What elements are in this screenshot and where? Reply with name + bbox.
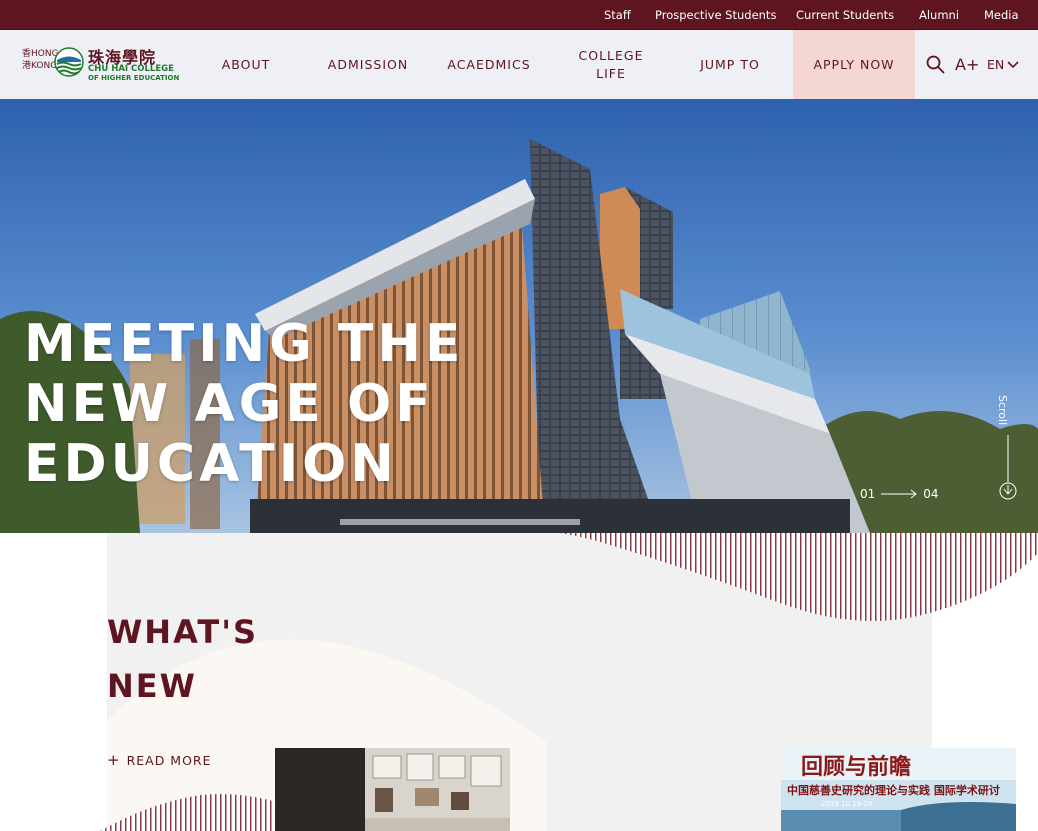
utility-link-staff[interactable]: Staff bbox=[604, 8, 631, 22]
news-section-title: WHAT'S NEW bbox=[107, 613, 259, 705]
nav-academics[interactable]: ACAEDMICS bbox=[444, 30, 534, 99]
scroll-indicator[interactable]: Scroll bbox=[995, 395, 1021, 505]
news-card-2-date: 2019.10.19-20 bbox=[821, 800, 873, 808]
arrow-right-icon[interactable] bbox=[881, 489, 918, 499]
search-button[interactable] bbox=[926, 30, 945, 99]
scroll-down-icon bbox=[999, 435, 1017, 500]
slide-current: 01 bbox=[860, 487, 876, 501]
logo-english-subname: OF HIGHER EDUCATION bbox=[88, 74, 180, 82]
search-icon bbox=[926, 55, 945, 74]
hero-carousel: MEETING THE NEW AGE OF EDUCATION 01 04 S… bbox=[0, 99, 1038, 533]
utility-link-current-students[interactable]: Current Students bbox=[796, 8, 894, 22]
utility-link-prospective-students[interactable]: Prospective Students bbox=[655, 8, 776, 22]
nav-about[interactable]: ABOUT bbox=[206, 30, 286, 99]
news-card-2-banner-text: 回顾与前瞻 bbox=[801, 754, 911, 780]
apply-now-button[interactable]: APPLY NOW bbox=[793, 30, 915, 99]
slide-total: 04 bbox=[923, 487, 939, 501]
news-card-2[interactable]: 回顾与前瞻 中国慈善史研究的理论与实践 国际学术研讨 2019.10.19-20 bbox=[781, 748, 1016, 831]
utility-bar: Staff Prospective Students Current Stude… bbox=[0, 0, 1038, 30]
chevron-down-icon bbox=[1007, 60, 1019, 68]
utility-link-alumni[interactable]: Alumni bbox=[919, 8, 959, 22]
news-card-1[interactable] bbox=[275, 748, 510, 831]
nav-jump-to[interactable]: JUMP TO bbox=[690, 30, 770, 99]
font-size-button[interactable]: A+ bbox=[955, 30, 979, 99]
read-more-link[interactable]: + READ MORE bbox=[107, 751, 212, 769]
language-selector[interactable]: EN bbox=[987, 30, 1019, 99]
college-emblem-icon bbox=[54, 47, 84, 77]
news-card-1-image bbox=[275, 748, 510, 831]
read-more-label: READ MORE bbox=[126, 753, 212, 768]
college-logo[interactable]: 香HONG 港KONG 珠海學院 CHU HAI COLLEGE OF HIGH… bbox=[22, 45, 180, 85]
nav-admission[interactable]: ADMISSION bbox=[323, 30, 413, 99]
news-card-2-image: 回顾与前瞻 中国慈善史研究的理论与实践 国际学术研讨 2019.10.19-20 bbox=[781, 748, 1016, 831]
nav-college-life[interactable]: COLLEGE LIFE bbox=[571, 30, 651, 99]
utility-link-media[interactable]: Media bbox=[984, 8, 1019, 22]
main-header: 香HONG 港KONG 珠海學院 CHU HAI COLLEGE OF HIGH… bbox=[0, 30, 1038, 99]
news-card-2-subtitle: 中国慈善史研究的理论与实践 国际学术研讨 bbox=[787, 783, 1000, 797]
logo-english-name: CHU HAI COLLEGE bbox=[88, 64, 174, 74]
hero-title: MEETING THE NEW AGE OF EDUCATION bbox=[24, 314, 465, 494]
plus-icon: + bbox=[107, 751, 121, 769]
language-label: EN bbox=[987, 57, 1005, 72]
slide-counter: 01 04 bbox=[860, 487, 939, 501]
